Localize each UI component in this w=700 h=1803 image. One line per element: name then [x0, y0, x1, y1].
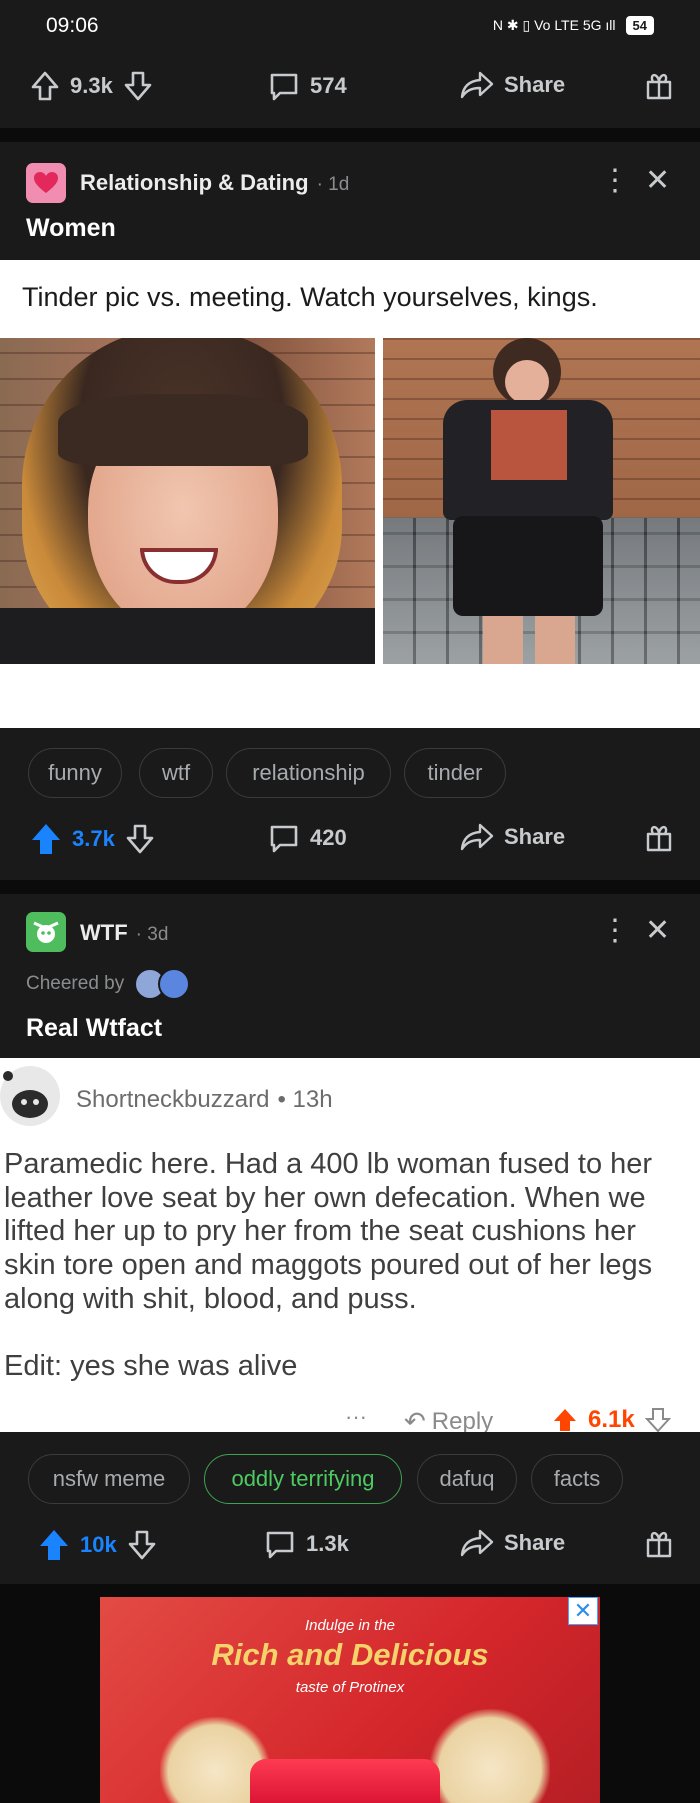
comment-count: 574 — [310, 73, 347, 98]
award-button[interactable] — [643, 820, 675, 854]
shorts-shape — [453, 516, 603, 616]
status-time: 09:06 — [46, 14, 99, 37]
comment-age: • 13h — [277, 1086, 333, 1113]
jacket-shape — [0, 608, 375, 664]
photo-left — [0, 338, 375, 664]
tag-chip[interactable]: nsfw meme — [28, 1454, 190, 1504]
wtf-subreddit-icon — [26, 912, 66, 952]
post-separator — [0, 128, 700, 142]
cheered-by-label: Cheered by — [26, 973, 125, 994]
post-title[interactable]: Real Wtfact — [26, 1014, 162, 1043]
post-separator — [0, 880, 700, 894]
splash-shape-2 — [430, 1709, 550, 1803]
snoo-avatar — [0, 1066, 60, 1126]
battery-icon: 54 — [625, 16, 654, 35]
comment-upvote-icon — [554, 1409, 576, 1431]
bangs-shape — [58, 394, 308, 466]
ad-headline: Rich and Delicious — [211, 1637, 489, 1672]
comment-count: 1.3k — [306, 1531, 349, 1556]
vote-count: 9.3k — [70, 73, 113, 98]
share-icon — [460, 1529, 494, 1557]
close-icon[interactable]: ✕ — [645, 166, 670, 196]
award-icon — [646, 1531, 672, 1558]
downvote-icon[interactable] — [125, 823, 155, 855]
comments-button[interactable]: 1.3k — [264, 1528, 349, 1560]
upvote-icon-active[interactable] — [38, 1528, 70, 1562]
comments-button[interactable]: 420 — [268, 822, 347, 854]
upvote-icon[interactable] — [30, 70, 60, 102]
status-icons: N ✱ ▯ Vo LTE 5G ıll 54 — [493, 16, 654, 35]
tag-chip[interactable]: oddly terrifying — [204, 1454, 402, 1504]
tag-chip[interactable]: facts — [531, 1454, 623, 1504]
share-label: Share — [504, 1530, 566, 1555]
cheered-by-row: Cheered by — [26, 968, 191, 1000]
cheer-avatars — [134, 968, 191, 1000]
share-label: Share — [504, 824, 566, 849]
comment-edit: Edit: yes she was alive — [4, 1350, 298, 1382]
tag-chip[interactable]: relationship — [226, 748, 391, 798]
ad-line1: Indulge in the — [304, 1617, 396, 1634]
post-actions: 10k 1.3k Share — [0, 1506, 700, 1586]
comment-username: Shortneckbuzzard — [76, 1086, 270, 1113]
post-image[interactable]: Shortneckbuzzard • 13h Paramedic here. H… — [0, 1058, 700, 1438]
comment-count: 420 — [310, 825, 347, 850]
ad-banner[interactable]: ✕ Indulge in the Rich and Delicious tast… — [100, 1597, 600, 1803]
comment-vote-count: 6.1k — [588, 1406, 635, 1433]
award-button[interactable] — [643, 68, 675, 102]
post-actions: 3.7k 420 Share — [0, 800, 700, 880]
photo-right — [383, 338, 700, 664]
share-label: Share — [504, 72, 566, 97]
share-icon — [460, 71, 494, 99]
vote-count: 10k — [80, 1532, 117, 1557]
more-options-icon[interactable]: ⋮ — [600, 166, 630, 196]
share-button[interactable]: Share — [460, 70, 565, 100]
vote-count: 3.7k — [72, 826, 115, 851]
comment-text: Paramedic here. Had a 400 lb woman fused… — [4, 1148, 653, 1315]
network-icons: N ✱ ▯ Vo LTE 5G ıll — [492, 17, 616, 33]
avatar — [158, 968, 191, 1000]
award-icon — [646, 73, 672, 100]
ad-line3: taste of Protinex — [295, 1679, 405, 1696]
tag-chip[interactable]: wtf — [139, 748, 213, 798]
share-icon — [460, 823, 494, 851]
share-button[interactable]: Share — [460, 1528, 565, 1558]
vote-group: 9.3k — [30, 70, 153, 102]
top-shape — [491, 410, 567, 480]
subreddit-name[interactable]: Relationship & Dating — [80, 170, 309, 196]
previous-post-actions: 9.3k 574 Share — [0, 48, 700, 128]
comment-votes: 6.1k — [552, 1406, 671, 1434]
vote-group: 10k — [38, 1528, 157, 1562]
comment-more-icon: ··· — [345, 1404, 367, 1429]
downvote-icon[interactable] — [123, 70, 153, 102]
tag-chip[interactable]: funny — [28, 748, 122, 798]
comment-icon — [266, 1531, 294, 1559]
product-jar — [250, 1759, 440, 1803]
tag-chip[interactable]: dafuq — [417, 1454, 517, 1504]
post-title[interactable]: Women — [26, 214, 116, 243]
comment-icon — [270, 73, 298, 101]
tag-chip[interactable]: tinder — [404, 748, 506, 798]
subreddit-header[interactable] — [26, 912, 66, 952]
leg-shape — [483, 616, 523, 664]
image-caption: Tinder pic vs. meeting. Watch yourselves… — [22, 282, 598, 312]
subreddit-name[interactable]: WTF — [80, 920, 128, 946]
subreddit-header[interactable] — [26, 163, 66, 203]
award-button[interactable] — [643, 1526, 675, 1560]
leg-shape-2 — [535, 616, 575, 664]
share-button[interactable]: Share — [460, 822, 565, 852]
comment-downvote-icon — [644, 1408, 671, 1433]
close-icon[interactable]: ✕ — [645, 916, 670, 946]
post-age: · 3d — [135, 924, 169, 945]
heart-icon — [26, 163, 66, 203]
comment-icon — [270, 825, 298, 853]
post-age: · 1d — [316, 174, 350, 195]
award-icon — [646, 825, 672, 852]
upvote-icon-active[interactable] — [30, 822, 62, 856]
more-options-icon[interactable]: ⋮ — [600, 916, 630, 946]
face-shape-2 — [505, 360, 549, 404]
vote-group: 3.7k — [30, 822, 155, 856]
downvote-icon[interactable] — [127, 1529, 157, 1561]
comments-button[interactable]: 574 — [268, 70, 347, 102]
